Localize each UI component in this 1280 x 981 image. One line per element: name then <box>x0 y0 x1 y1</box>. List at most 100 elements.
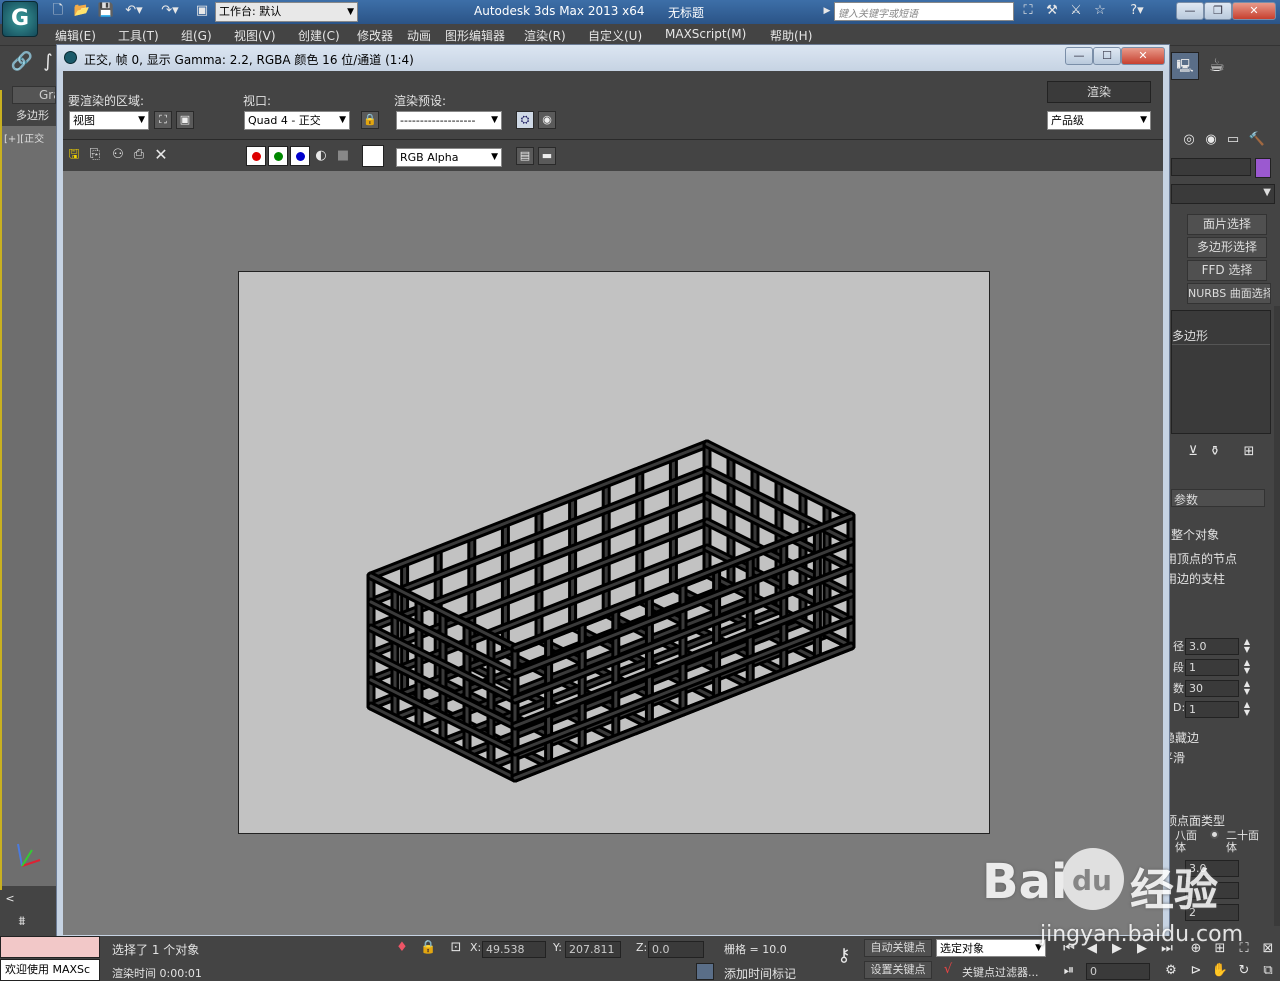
option-edge-struts[interactable]: 用边的支柱 <box>1165 570 1225 587</box>
save-image-icon[interactable]: 🖫 <box>65 145 83 165</box>
menu-tools[interactable]: 工具(T) <box>118 27 159 44</box>
redo-icon[interactable]: ↷▾ <box>156 1 184 21</box>
y-coordinate-field[interactable]: 207.811 <box>565 941 621 958</box>
exchange-icon[interactable]: ⚔ <box>1066 1 1086 21</box>
render-setup-icon[interactable]: ⛭ <box>516 111 534 129</box>
material-id-spinner[interactable]: 1 <box>1185 701 1239 718</box>
new-file-icon[interactable]: 🗋 <box>48 1 68 21</box>
menu-edit[interactable]: 编辑(E) <box>55 27 96 44</box>
expand-arrow-icon[interactable]: ▶ <box>821 1 833 21</box>
render-window-titlebar[interactable]: 正交, 帧 0, 显示 Gamma: 2.2, RGBA 颜色 16 位/通道 … <box>57 45 1169 71</box>
utilities-icon[interactable]: 🔨 <box>1247 130 1267 150</box>
render-button[interactable]: 渲染 <box>1047 81 1151 103</box>
menu-animation[interactable]: 动画 <box>407 27 431 44</box>
time-config-icon[interactable]: ⚙ <box>1162 961 1180 981</box>
layer-icon[interactable]: ⩩ <box>12 912 32 932</box>
hierarchy-icon[interactable]: ◎ <box>1179 130 1199 150</box>
color-swatch[interactable] <box>362 145 384 167</box>
workspace-select[interactable]: 工作台: 默认 ▼ <box>215 2 358 22</box>
app-logo-icon[interactable]: G <box>2 1 38 37</box>
radius-spinner[interactable]: 3.0 <box>1185 638 1239 655</box>
undo-icon[interactable]: ↶▾ <box>120 1 148 21</box>
copy-image-icon[interactable]: ⎘ <box>86 145 104 165</box>
green-channel-toggle[interactable] <box>268 146 288 166</box>
key-filter-icon[interactable]: √ <box>938 960 958 980</box>
clone-window-icon[interactable]: ⚇ <box>107 145 129 165</box>
red-channel-toggle[interactable] <box>246 146 266 166</box>
orbit-icon[interactable]: ↻ <box>1234 961 1254 981</box>
z-coordinate-field[interactable]: 0.0 <box>648 941 704 958</box>
app-close-button[interactable]: ✕ <box>1232 2 1276 20</box>
spinner-arrows-icon[interactable]: ▲ ▼ <box>1241 701 1253 717</box>
scroll-left-icon[interactable]: < <box>2 889 18 909</box>
binoculars-icon[interactable]: ⛶ <box>1018 1 1038 21</box>
open-file-icon[interactable]: 📂 <box>72 1 92 21</box>
poly-select-button[interactable]: 多边形选择 <box>1187 237 1267 258</box>
set-key-button[interactable]: 设置关键点 <box>864 961 932 979</box>
modifier-list-select[interactable]: ▼ <box>1171 184 1275 204</box>
object-name-field[interactable] <box>1171 158 1251 176</box>
configure-sets-icon[interactable]: ⊞ <box>1239 442 1259 462</box>
spinner-arrows-icon[interactable]: ▲ ▼ <box>1241 638 1253 654</box>
maximize-toggle-icon[interactable]: ⧉ <box>1258 961 1278 981</box>
auto-key-button[interactable]: 自动关键点 <box>864 939 932 957</box>
ribbon-tab[interactable]: Gra <box>12 86 56 104</box>
face-select-button[interactable]: 面片选择 <box>1187 214 1267 235</box>
segments-spinner[interactable]: 1 <box>1185 659 1239 676</box>
viewport-label[interactable]: [+][正交 <box>4 130 44 145</box>
fov-icon[interactable]: ⊳ <box>1186 961 1206 981</box>
object-color-swatch[interactable] <box>1255 158 1271 178</box>
pin-stack-icon[interactable]: ⊻ <box>1183 442 1203 462</box>
maxscript-welcome[interactable]: 欢迎使用 MAXSc <box>0 959 100 981</box>
sides-spinner[interactable]: 30 <box>1185 680 1239 697</box>
save-icon[interactable]: 💾 <box>96 1 116 21</box>
tools-icon[interactable]: ⚒ <box>1042 1 1062 21</box>
display-icon[interactable]: ▭ <box>1223 130 1243 150</box>
panel-scrollbar[interactable] <box>1274 306 1280 926</box>
toggle-ui-overlay-icon[interactable]: ▤ <box>516 147 534 165</box>
nurbs-select-button[interactable]: NURBS 曲面选择 <box>1187 283 1271 304</box>
selection-lock-icon[interactable]: 🔒 <box>420 938 436 958</box>
channel-display-select[interactable]: RGB Alpha ▼ <box>396 148 502 167</box>
menu-customize[interactable]: 自定义(U) <box>588 27 642 44</box>
auto-region-icon[interactable]: ▣ <box>176 111 194 129</box>
menu-group[interactable]: 组(G) <box>181 27 212 44</box>
add-time-tag[interactable]: 添加时间标记 <box>724 965 796 981</box>
ffd-select-button[interactable]: FFD 选择 <box>1187 260 1267 281</box>
area-to-render-select[interactable]: 视图 ▼ <box>69 111 149 130</box>
isolate-icon[interactable]: ♦ <box>394 938 410 958</box>
menu-help[interactable]: 帮助(H) <box>770 27 812 44</box>
teapot-icon[interactable]: ☕ <box>1203 52 1231 80</box>
maxscript-listener[interactable] <box>0 936 100 958</box>
menu-modifiers[interactable]: 修改器 <box>357 27 393 44</box>
render-maximize-button[interactable]: ☐ <box>1093 47 1121 65</box>
star-icon[interactable]: ☆ <box>1090 1 1110 21</box>
link-icon[interactable]: 🔗 <box>10 52 34 72</box>
stack-item-polygon[interactable]: 多边形 <box>1172 311 1270 345</box>
render-frame-icon[interactable]: 🖳 <box>1171 52 1199 80</box>
mono-icon[interactable]: ■ <box>335 146 351 166</box>
spinner-arrows-icon[interactable]: ▲ ▼ <box>1241 680 1253 696</box>
key-filters-button[interactable]: 关键点过滤器... <box>962 964 1039 980</box>
current-frame-field[interactable]: 0 <box>1086 963 1150 980</box>
polygon-modeling-label[interactable]: 多边形 <box>16 107 49 123</box>
blue-channel-toggle[interactable] <box>290 146 310 166</box>
pan-icon[interactable]: ✋ <box>1210 961 1230 981</box>
environment-icon[interactable]: ◉ <box>538 111 556 129</box>
render-close-button[interactable]: ✕ <box>1121 47 1165 65</box>
menu-graph-editors[interactable]: 图形编辑器 <box>445 27 505 44</box>
alpha-channel-icon[interactable]: ◐ <box>313 146 329 166</box>
x-coordinate-field[interactable]: 49.538 <box>482 941 546 958</box>
key-icon[interactable]: ⚷ <box>830 946 858 966</box>
time-tag-field[interactable] <box>696 963 714 980</box>
key-mode-icon[interactable]: ⏯ <box>1060 961 1078 981</box>
viewport-select[interactable]: Quad 4 - 正交 ▼ <box>244 111 350 130</box>
clear-icon[interactable]: ✕ <box>152 145 170 165</box>
option-vertex-joints[interactable]: 用顶点的节点 <box>1165 550 1237 567</box>
print-icon[interactable]: ⎙ <box>130 145 148 165</box>
menu-maxscript[interactable]: MAXScript(M) <box>665 27 746 41</box>
radio-icon[interactable] <box>1210 830 1219 839</box>
unlink-icon[interactable]: ∫ <box>40 52 56 72</box>
params-rollout-header[interactable]: 参数 <box>1171 489 1265 507</box>
render-preset-select[interactable]: ------------------- ▼ <box>396 111 502 130</box>
